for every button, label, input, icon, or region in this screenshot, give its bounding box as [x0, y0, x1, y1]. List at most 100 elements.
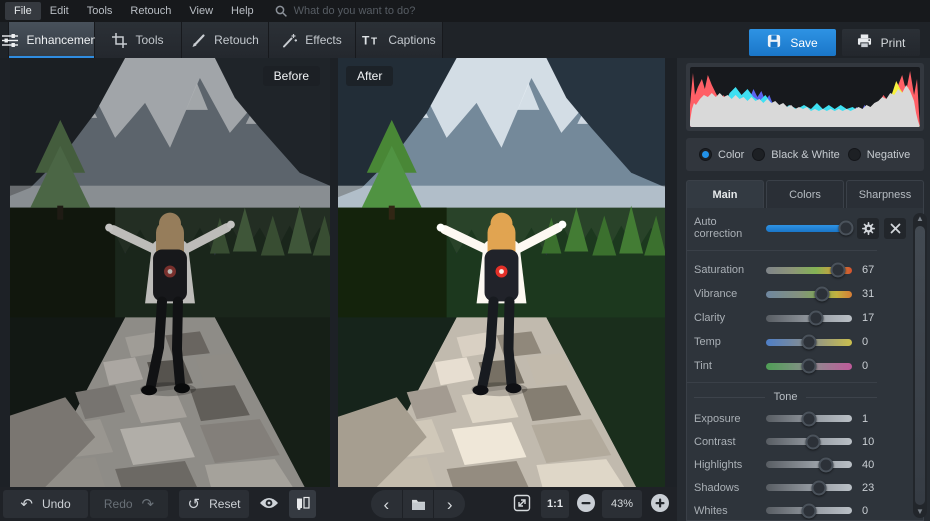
- zoom-actual-size-button[interactable]: 1:1: [541, 490, 569, 518]
- slider-track[interactable]: [766, 438, 852, 445]
- slider-track[interactable]: [766, 315, 852, 322]
- print-button[interactable]: Print: [842, 29, 920, 56]
- tab-label: Effects: [305, 33, 341, 47]
- slider-row: Vibrance 31: [687, 282, 877, 306]
- tab-tools[interactable]: Tools: [95, 22, 182, 58]
- folder-icon: [411, 498, 426, 510]
- compare-view-button[interactable]: [289, 490, 316, 518]
- slider-track[interactable]: [766, 461, 852, 468]
- tab-retouch[interactable]: Retouch: [182, 22, 269, 58]
- slider-value: 1: [862, 413, 868, 425]
- auto-settings-button[interactable]: [857, 218, 879, 239]
- slider-handle[interactable]: [819, 457, 834, 472]
- slider-value: 0: [862, 505, 868, 517]
- tone-section-header: Tone: [694, 391, 877, 403]
- reset-button[interactable]: ↺ Reset: [179, 490, 249, 518]
- redo-icon: ↷: [142, 497, 155, 512]
- slider-handle[interactable]: [830, 263, 845, 278]
- zoom-in-button[interactable]: [648, 490, 672, 518]
- menu-help[interactable]: Help: [222, 2, 263, 20]
- menu-tools[interactable]: Tools: [78, 2, 122, 20]
- prev-image-button[interactable]: ‹: [371, 490, 402, 518]
- tone-sliders-group: Exposure 1 Contrast 10: [687, 407, 923, 521]
- save-button[interactable]: Save: [749, 29, 836, 56]
- command-search[interactable]: What do you want to do?: [275, 5, 416, 17]
- slider-track[interactable]: [766, 363, 852, 370]
- slider-row: Shadows 23: [687, 476, 923, 499]
- zoom-out-button[interactable]: [574, 490, 598, 518]
- slider-track[interactable]: [766, 507, 852, 514]
- bottom-toolbar: ↶ Undo Redo ↷ ↺ Reset: [0, 487, 677, 521]
- reset-label: Reset: [209, 497, 240, 511]
- radio-black-white[interactable]: [752, 148, 765, 161]
- tab-main[interactable]: Main: [686, 180, 764, 209]
- toolbar-tabs: Enhancement Tools Retouch: [8, 22, 443, 58]
- toolbar: Enhancement Tools Retouch: [0, 22, 930, 58]
- auto-correction-slider[interactable]: [766, 225, 852, 232]
- menu-file[interactable]: File: [5, 2, 41, 20]
- tab-enhancement[interactable]: Enhancement: [8, 22, 95, 58]
- slider-handle[interactable]: [802, 411, 817, 426]
- zoom-level-display[interactable]: 43%: [602, 490, 642, 518]
- slider-track[interactable]: [766, 339, 852, 346]
- slider-handle[interactable]: [802, 503, 817, 518]
- slider-handle[interactable]: [809, 311, 824, 326]
- scroll-down-arrow[interactable]: ▼: [916, 506, 924, 518]
- divider: [806, 397, 877, 398]
- menu-edit[interactable]: Edit: [41, 2, 78, 20]
- adjustments-panel: Color Black & White Negative Main Colors…: [677, 58, 930, 521]
- after-image[interactable]: After: [338, 58, 665, 487]
- scrollbar-thumb[interactable]: [915, 226, 925, 505]
- radio-color[interactable]: [699, 148, 712, 161]
- slider-label: Tint: [694, 360, 766, 372]
- slider-row: Contrast 10: [687, 430, 923, 453]
- tab-colors[interactable]: Colors: [766, 180, 844, 209]
- slider-row: Tint 0: [687, 354, 877, 378]
- tab-sharpness[interactable]: Sharpness: [846, 180, 924, 209]
- menu-view[interactable]: View: [180, 2, 222, 20]
- undo-icon: ↶: [20, 497, 33, 512]
- gear-icon: [862, 222, 875, 235]
- slider-track[interactable]: [766, 415, 852, 422]
- eye-icon: [259, 496, 279, 513]
- adjustment-tabs: Main Colors Sharpness: [686, 180, 924, 209]
- slider-row: Whites 0: [687, 499, 923, 521]
- fit-screen-button[interactable]: [508, 490, 536, 518]
- menu-retouch[interactable]: Retouch: [121, 2, 180, 20]
- preview-original-button[interactable]: [252, 490, 286, 518]
- before-image[interactable]: Before: [10, 58, 330, 487]
- redo-button[interactable]: Redo ↷: [90, 490, 168, 518]
- redo-label: Redo: [104, 497, 133, 511]
- slider-value: 23: [862, 482, 874, 494]
- open-folder-button[interactable]: [402, 490, 434, 518]
- mode-negative[interactable]: Negative: [848, 148, 910, 161]
- slider-handle[interactable]: [802, 335, 817, 350]
- slider-handle[interactable]: [815, 287, 830, 302]
- undo-button[interactable]: ↶ Undo: [3, 490, 88, 518]
- search-icon: [275, 5, 287, 17]
- auto-correction-handle[interactable]: [838, 221, 853, 236]
- mode-color[interactable]: Color: [699, 148, 744, 161]
- slider-handle[interactable]: [806, 434, 821, 449]
- slider-label: Contrast: [694, 436, 766, 448]
- slider-track[interactable]: [766, 267, 852, 274]
- panel-scrollbar[interactable]: ▲ ▼: [913, 213, 927, 518]
- scroll-up-arrow[interactable]: ▲: [916, 213, 924, 225]
- next-image-button[interactable]: ›: [433, 490, 465, 518]
- mode-label: Negative: [867, 149, 910, 161]
- radio-negative[interactable]: [848, 148, 861, 161]
- mode-black-white[interactable]: Black & White: [752, 148, 839, 161]
- crop-icon: [112, 33, 127, 48]
- tab-captions[interactable]: T T Captions: [356, 22, 443, 58]
- mode-label: Color: [718, 149, 744, 161]
- slider-value: 10: [862, 436, 874, 448]
- slider-row: Temp 0: [687, 330, 877, 354]
- slider-track[interactable]: [766, 484, 852, 491]
- slider-handle[interactable]: [811, 480, 826, 495]
- tab-effects[interactable]: Effects: [269, 22, 356, 58]
- auto-cancel-button[interactable]: [884, 218, 906, 239]
- slider-handle[interactable]: [802, 359, 817, 374]
- slider-row: Exposure 1: [687, 407, 923, 430]
- slider-value: 0: [862, 360, 868, 372]
- slider-track[interactable]: [766, 291, 852, 298]
